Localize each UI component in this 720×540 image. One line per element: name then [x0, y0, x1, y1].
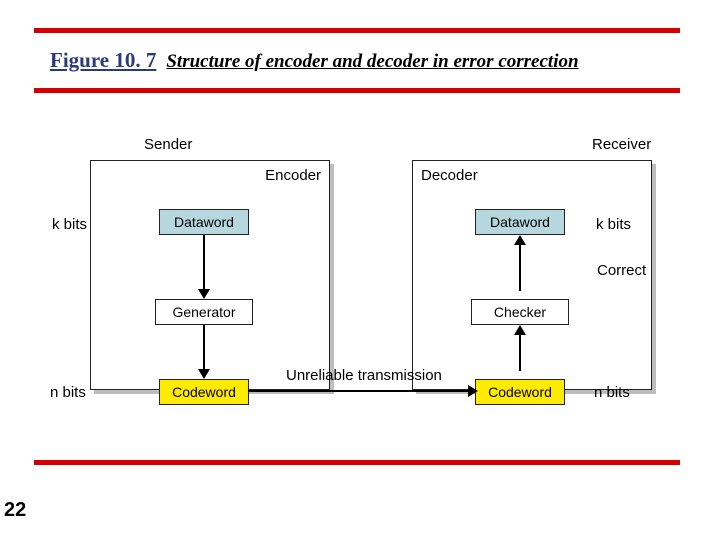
arrow-line	[519, 335, 521, 371]
receiver-label: Receiver	[592, 136, 651, 153]
sender-codeword-box: Codeword	[159, 379, 249, 405]
k-bits-label-right: k bits	[596, 216, 631, 233]
decorative-bar-bottom	[34, 460, 680, 465]
sender-label: Sender	[144, 136, 192, 153]
n-bits-label-left: n bits	[50, 384, 86, 401]
decoder-panel-label: Decoder	[421, 167, 478, 184]
arrow-right-icon	[468, 385, 478, 397]
n-bits-label-right: n bits	[594, 384, 630, 401]
encoder-panel-label: Encoder	[265, 167, 321, 184]
arrow-up-icon	[514, 235, 526, 245]
arrow-down-icon	[198, 289, 210, 299]
transmission-line	[248, 390, 470, 392]
figure-title: Figure 10. 7 Structure of encoder and de…	[50, 48, 676, 73]
encoder-panel: Encoder Dataword Generator Codeword	[90, 160, 330, 390]
arrow-up-icon	[514, 325, 526, 335]
generator-box: Generator	[155, 299, 253, 325]
arrow-line	[519, 245, 521, 291]
figure-number: Figure 10. 7	[50, 48, 156, 73]
figure-caption: Structure of encoder and decoder in erro…	[166, 51, 578, 73]
k-bits-label-left: k bits	[52, 216, 87, 233]
checker-box: Checker	[471, 299, 569, 325]
receiver-codeword-box: Codeword	[475, 379, 565, 405]
decorative-bar-mid	[34, 88, 680, 93]
page-number: 22	[4, 499, 26, 522]
encoder-decoder-diagram: Sender Receiver Encoder Dataword Generat…	[48, 130, 678, 430]
decorative-bar-top	[34, 28, 680, 33]
correct-label: Correct	[597, 262, 646, 279]
arrow-down-icon	[198, 369, 210, 379]
arrow-line	[203, 235, 205, 291]
arrow-line	[203, 325, 205, 371]
transmission-label: Unreliable transmission	[286, 367, 442, 384]
sender-dataword-box: Dataword	[159, 209, 249, 235]
receiver-dataword-box: Dataword	[475, 209, 565, 235]
